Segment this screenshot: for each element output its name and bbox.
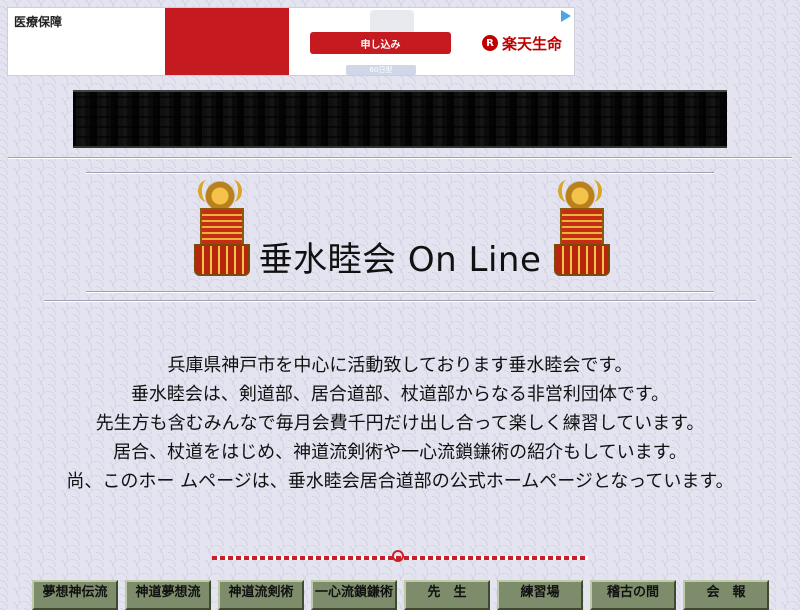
nav-button-newsletter[interactable]: 会 報 xyxy=(683,580,769,610)
adchoices-icon[interactable] xyxy=(561,10,571,22)
ad-brand-logo[interactable]: R 楽天生命 xyxy=(482,32,562,54)
ad-title: 医療保障 xyxy=(14,15,63,29)
roof-tile-banner xyxy=(73,90,727,148)
intro-line: 尚、このホー ムページは、垂水睦会居合道部の公式ホームページとなっています。 xyxy=(66,471,734,492)
divider-bottom xyxy=(44,300,756,302)
divider-title-bottom xyxy=(86,291,714,293)
intro-text: 兵庫県神戸市を中心に活動致しております垂水睦会です。 垂水睦会は、剣道部、居合道… xyxy=(0,351,800,496)
ad-brand-name: 楽天生命 xyxy=(502,34,563,53)
divider-title-top xyxy=(86,172,714,174)
nav-button-kusarigama[interactable]: 一心流鎖鎌術 xyxy=(311,580,397,610)
nav-bar: 夢想神伝流 神道夢想流 神道流剣術 一心流鎖鎌術 先 生 練習場 稽古の間 会 … xyxy=(32,580,792,610)
ad-red-panel xyxy=(165,8,289,75)
nav-button-shinto-muso[interactable]: 神道夢想流 xyxy=(125,580,211,610)
samurai-armor-icon xyxy=(554,178,610,276)
ad-apply-button[interactable]: 申し込み xyxy=(310,32,451,54)
nav-button-teachers[interactable]: 先 生 xyxy=(404,580,490,610)
nav-button-dojo[interactable]: 練習場 xyxy=(497,580,583,610)
ad-sub-label: 60日型 xyxy=(346,65,416,75)
ad-banner[interactable]: 医療保障 申し込み 60日型 R 楽天生命 xyxy=(7,7,575,76)
nav-button-muso-shinden[interactable]: 夢想神伝流 xyxy=(32,580,118,610)
nav-button-shinto-kenjutsu[interactable]: 神道流剣術 xyxy=(218,580,304,610)
nav-button-keiko[interactable]: 稽古の間 xyxy=(590,580,676,610)
page-title: 垂水睦会 On Line xyxy=(258,240,542,280)
intro-line: 先生方も含むみんなで毎月会費千円だけ出し合って楽しく練習しています。 xyxy=(95,413,705,434)
divider-top xyxy=(8,157,792,159)
intro-line: 兵庫県神戸市を中心に活動致しております垂水睦会です。 xyxy=(167,355,633,376)
rope-knot-icon xyxy=(392,550,404,562)
intro-line: 垂水睦会は、剣道部、居合道部、杖道部からなる非営利団体です。 xyxy=(130,384,670,405)
intro-line: 居合、杖道をはじめ、神道流剣術や一心流鎖鎌術の紹介もしています。 xyxy=(113,442,687,463)
rakuten-r-icon: R xyxy=(482,35,498,51)
